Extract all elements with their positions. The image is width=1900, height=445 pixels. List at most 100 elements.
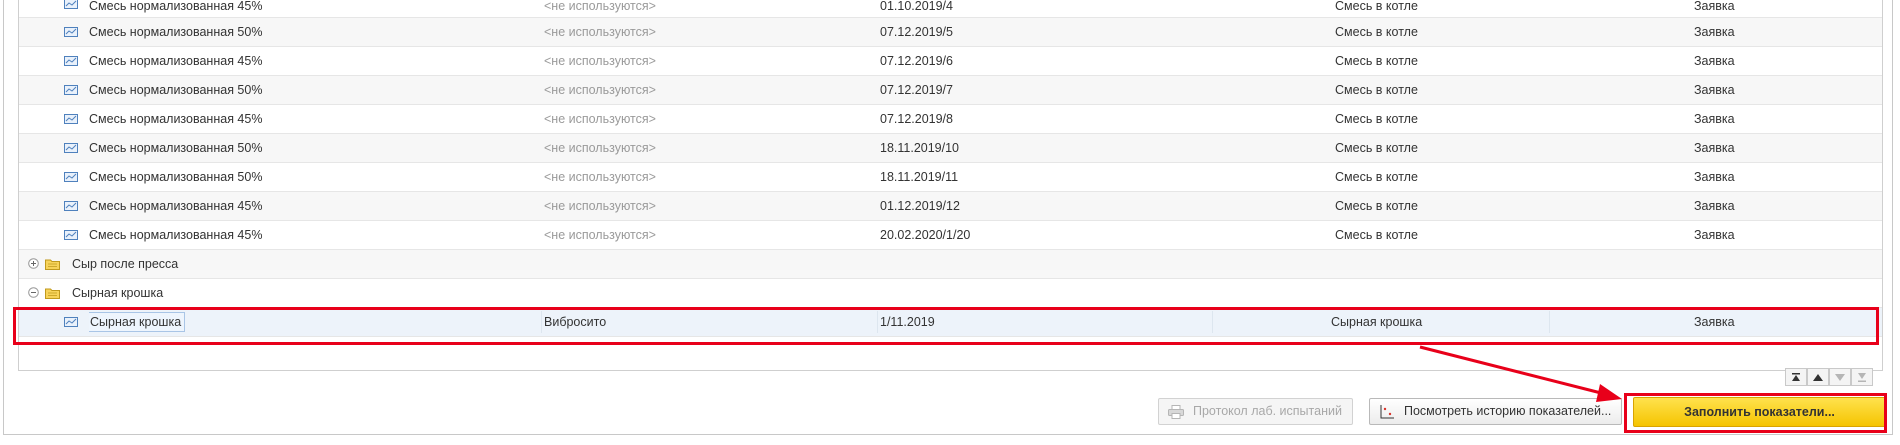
- column-divider: [1549, 311, 1550, 333]
- table-row[interactable]: Смесь нормализованная 50% <не используют…: [19, 18, 1882, 47]
- lab-protocol-button[interactable]: Протокол лаб. испытаний: [1158, 398, 1353, 425]
- row-date: 01.12.2019/12: [880, 199, 960, 213]
- column-divider: [1212, 311, 1213, 333]
- row-date: 20.02.2020/1/20: [880, 228, 971, 242]
- chart-axes-icon: [1380, 405, 1394, 419]
- row-type: Смесь в котле: [1335, 25, 1418, 39]
- row-kind: Заявка: [1694, 228, 1735, 242]
- row-status: <не используются>: [544, 83, 656, 97]
- row-kind: Заявка: [1694, 141, 1735, 155]
- row-kind: Заявка: [1694, 170, 1735, 184]
- row-name: Смесь нормализованная 45%: [89, 54, 263, 68]
- row-date: 1/11.2019: [880, 315, 935, 329]
- row-kind: Заявка: [1694, 0, 1735, 13]
- fill-indicators-button[interactable]: Заполнить показатели...: [1633, 397, 1886, 427]
- group-row-cheese-after-press[interactable]: Сыр после пресса: [19, 250, 1882, 279]
- document-icon: [64, 143, 78, 153]
- selected-table-row[interactable]: Сырная крошка Вибросито 1/11.2019 Сырная…: [19, 308, 1882, 337]
- scroll-to-top-button[interactable]: [1785, 368, 1807, 386]
- folder-icon: [45, 259, 60, 270]
- double-up-arrow-icon: [1792, 372, 1800, 381]
- row-status: <не используются>: [544, 228, 656, 242]
- row-name: Сырная крошка: [89, 308, 529, 336]
- group-label: Сыр после пресса: [72, 257, 179, 271]
- table-row[interactable]: Смесь нормализованная 45% <не используют…: [19, 0, 1882, 18]
- row-kind: Заявка: [1694, 54, 1735, 68]
- column-divider: [541, 311, 542, 333]
- row-name: Смесь нормализованная 50%: [89, 141, 263, 155]
- table-body: Смесь нормализованная 45% <не используют…: [19, 0, 1882, 337]
- row-status: <не используются>: [544, 141, 656, 155]
- form-panel: Смесь нормализованная 45% <не используют…: [3, 0, 1893, 435]
- row-name: Смесь нормализованная 45%: [89, 228, 263, 242]
- group-row-cheese-crumb[interactable]: Сырная крошка: [19, 279, 1882, 308]
- document-icon: [64, 172, 78, 182]
- row-date: 07.12.2019/7: [880, 83, 953, 97]
- up-arrow-icon: [1813, 373, 1823, 381]
- table-row[interactable]: Смесь нормализованная 45% <не используют…: [19, 192, 1882, 221]
- row-date: 01.10.2019/4: [880, 0, 953, 13]
- row-kind: Заявка: [1694, 199, 1735, 213]
- row-type: Смесь в котле: [1335, 228, 1418, 242]
- row-status: <не используются>: [544, 199, 656, 213]
- row-name: Смесь нормализованная 45%: [89, 199, 263, 213]
- table-row[interactable]: Смесь нормализованная 50% <не используют…: [19, 76, 1882, 105]
- row-status: <не используются>: [544, 54, 656, 68]
- row-status: Вибросито: [544, 315, 607, 329]
- table-row[interactable]: Смесь нормализованная 50% <не используют…: [19, 163, 1882, 192]
- document-icon: [64, 317, 78, 327]
- row-date: 07.12.2019/5: [880, 25, 953, 39]
- row-date: 07.12.2019/6: [880, 54, 953, 68]
- document-icon: [64, 201, 78, 211]
- scroll-down-button[interactable]: [1829, 368, 1851, 386]
- row-kind: Заявка: [1694, 83, 1735, 97]
- row-date: 18.11.2019/10: [880, 141, 960, 155]
- document-icon: [64, 27, 78, 37]
- collapse-icon[interactable]: [28, 287, 39, 298]
- view-history-label: Посмотреть историю показателей...: [1404, 404, 1612, 418]
- document-icon: [64, 85, 78, 95]
- row-status: <не используются>: [544, 170, 656, 184]
- row-date: 07.12.2019/8: [880, 112, 953, 126]
- double-down-arrow-icon: [1858, 372, 1866, 382]
- row-status: <не используются>: [544, 0, 656, 13]
- table-row[interactable]: Смесь нормализованная 45% <не используют…: [19, 105, 1882, 134]
- row-name: Смесь нормализованная 50%: [89, 83, 263, 97]
- scroll-up-button[interactable]: [1807, 368, 1829, 386]
- row-kind: Заявка: [1694, 112, 1735, 126]
- row-name: Смесь нормализованная 50%: [89, 25, 263, 39]
- row-status: <не используются>: [544, 25, 656, 39]
- row-type: Смесь в котле: [1335, 199, 1418, 213]
- table-row[interactable]: Смесь нормализованная 50% <не используют…: [19, 134, 1882, 163]
- lab-protocol-label: Протокол лаб. испытаний: [1193, 404, 1342, 418]
- row-name: Смесь нормализованная 45%: [89, 112, 263, 126]
- document-icon: [64, 56, 78, 66]
- row-type: Смесь в котле: [1335, 112, 1418, 126]
- row-status: <не используются>: [544, 112, 656, 126]
- lab-indicators-table: Смесь нормализованная 45% <не используют…: [18, 0, 1883, 371]
- table-row[interactable]: Смесь нормализованная 45% <не используют…: [19, 47, 1882, 76]
- row-type: Смесь в котле: [1335, 54, 1418, 68]
- row-date: 18.11.2019/11: [880, 170, 959, 184]
- scroll-to-bottom-button[interactable]: [1851, 368, 1873, 386]
- fill-indicators-label: Заполнить показатели...: [1684, 405, 1835, 419]
- row-type: Смесь в котле: [1335, 170, 1418, 184]
- row-kind: Заявка: [1694, 25, 1735, 39]
- row-name: Смесь нормализованная 45%: [89, 0, 263, 13]
- group-label: Сырная крошка: [72, 286, 164, 300]
- printer-icon: [1168, 405, 1184, 419]
- table-row[interactable]: Смесь нормализованная 45% <не используют…: [19, 221, 1882, 250]
- document-icon: [64, 230, 78, 240]
- row-name: Смесь нормализованная 50%: [89, 170, 263, 184]
- row-type: Сырная крошка: [1331, 315, 1423, 329]
- column-divider: [877, 311, 878, 333]
- document-icon: [64, 114, 78, 124]
- row-kind: Заявка: [1694, 315, 1735, 329]
- folder-icon: [45, 288, 60, 299]
- row-type: Смесь в котле: [1335, 141, 1418, 155]
- expand-icon[interactable]: [28, 258, 39, 269]
- view-history-button[interactable]: Посмотреть историю показателей...: [1369, 398, 1623, 425]
- down-arrow-icon: [1835, 373, 1845, 381]
- document-icon: [64, 0, 78, 9]
- selected-cell[interactable]: Сырная крошка: [89, 312, 186, 332]
